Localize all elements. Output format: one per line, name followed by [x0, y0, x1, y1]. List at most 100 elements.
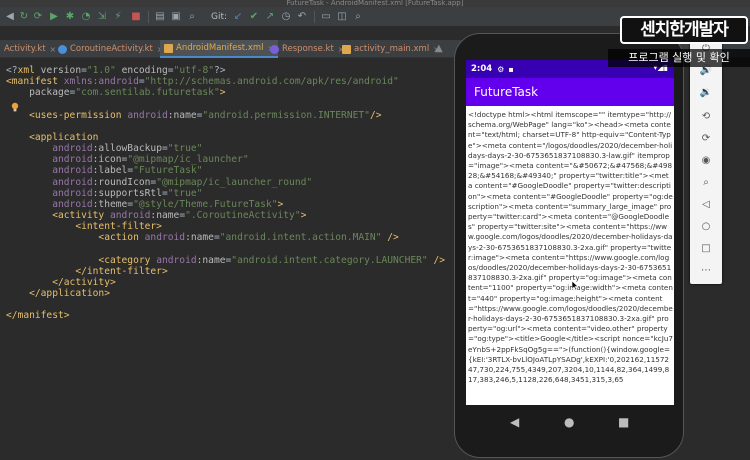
- code-token: />: [387, 232, 399, 244]
- code-token: "@style/Theme.FutureTask": [133, 198, 278, 210]
- code-token: android: [52, 198, 93, 210]
- code-token: "http://schemas.android.com/apk/res/andr…: [144, 76, 399, 88]
- code-token: <action: [98, 232, 145, 244]
- code-token: package: [29, 87, 70, 99]
- code-line[interactable]: package="com.sentilab.futuretask">: [6, 87, 225, 99]
- code-editor[interactable]: <?xml version="1.0" encoding="utf-8"?> <m…: [0, 58, 460, 460]
- tab-coroutine-activity[interactable]: CoroutineActivity.kt ×: [54, 40, 168, 58]
- rotate-left-icon[interactable]: ⟲: [690, 110, 722, 124]
- code-token: android: [109, 209, 151, 221]
- git-commit-icon[interactable]: ✔: [248, 11, 260, 23]
- tab-response-kt[interactable]: Response.kt ×: [266, 40, 348, 58]
- sdk-manager-icon[interactable]: ▤: [154, 11, 166, 23]
- code-line[interactable]: </application>: [6, 288, 110, 300]
- refresh-icon[interactable]: ⟳: [32, 11, 44, 23]
- code-line[interactable]: </manifest>: [6, 310, 70, 322]
- code-token: />: [433, 254, 446, 266]
- camera-icon[interactable]: ◉: [690, 154, 722, 168]
- home-icon[interactable]: ●: [564, 415, 574, 429]
- code-token: <intent-filter>: [75, 221, 162, 233]
- layout-inspector-icon[interactable]: ◫: [336, 11, 348, 23]
- code-token: version: [40, 65, 82, 76]
- zoom-icon[interactable]: ⌕: [690, 176, 722, 190]
- phone-nav-bar: ◀ ● ■: [466, 405, 674, 441]
- code-token: android: [52, 176, 93, 188]
- code-token: "@mipmap/ic_launcher": [127, 154, 249, 166]
- code-token: <uses-permission: [29, 109, 128, 121]
- avd-manager-icon[interactable]: ▣: [170, 11, 182, 23]
- code-token: <category: [98, 254, 157, 266]
- code-token: :name: [167, 109, 197, 121]
- rotate-right-icon[interactable]: ⟳: [690, 132, 722, 146]
- back-icon[interactable]: ◀: [510, 415, 519, 429]
- profile-icon[interactable]: ◔: [80, 11, 92, 23]
- emulator-screen[interactable]: 2:04 ⚙ ▪ ▾◢▮ FutureTask <!doctype html><…: [466, 60, 674, 405]
- apply-changes-icon[interactable]: ⚡: [112, 11, 124, 23]
- overview-icon[interactable]: ■: [618, 415, 629, 429]
- code-token: <application: [29, 131, 99, 143]
- code-token: android: [52, 187, 93, 199]
- code-token: "utf-8": [173, 65, 214, 76]
- debug-icon[interactable]: ✱: [64, 11, 76, 23]
- kotlin-file-icon: [58, 44, 67, 54]
- tab-android-manifest[interactable]: AndroidManifest.xml ×: [160, 40, 279, 58]
- code-token: :roundIcon: [92, 176, 151, 188]
- code-token: :name: [150, 209, 180, 221]
- code-token: ?>: [214, 65, 226, 76]
- tab-label: activity_main.xml: [354, 44, 430, 54]
- code-token: android: [127, 109, 168, 121]
- code-token: <activity: [52, 209, 110, 221]
- tab-activity-kt[interactable]: Activity.kt ×: [0, 40, 60, 58]
- git-push-icon[interactable]: ↗: [264, 11, 276, 23]
- overview-icon[interactable]: □: [690, 242, 722, 256]
- volume-down-icon[interactable]: 🔉: [690, 86, 722, 100]
- settings-icon: ⚙: [497, 64, 505, 74]
- back-icon[interactable]: ◁: [690, 198, 722, 212]
- code-token: "true": [167, 143, 203, 155]
- code-token: xml: [17, 65, 41, 76]
- kotlin-file-icon: [270, 44, 279, 54]
- xml-file-icon: [164, 43, 173, 53]
- code-token: :allowBackup: [92, 143, 162, 155]
- code-token: encoding: [121, 65, 168, 76]
- video-subtitle: 프로그램 실행 및 확인: [608, 49, 750, 67]
- attach-icon[interactable]: ⇲: [96, 11, 108, 23]
- status-time: 2:04: [471, 64, 493, 74]
- git-history-icon[interactable]: ◷: [280, 11, 292, 23]
- sync-icon[interactable]: ↻: [18, 11, 30, 23]
- window-title: FutureTask - AndroidManifest.xml [Future…: [0, 0, 750, 7]
- device-file-icon[interactable]: ▭: [320, 11, 332, 23]
- run-icon[interactable]: ▶: [48, 11, 60, 23]
- code-token: :theme: [92, 198, 128, 210]
- code-line[interactable]: <action android:name="android.intent.act…: [6, 232, 399, 244]
- git-update-icon[interactable]: ↙: [232, 11, 244, 23]
- home-icon[interactable]: ○: [690, 220, 722, 234]
- git-rollback-icon[interactable]: ↶: [296, 11, 308, 23]
- more-icon[interactable]: ⋯: [690, 264, 722, 278]
- response-text: <!doctype html><html itemscope="" itemty…: [468, 110, 673, 385]
- toolbar-divider: [148, 11, 149, 23]
- code-line[interactable]: <uses-permission android:name="android.p…: [6, 109, 381, 122]
- stop-icon[interactable]: ■: [130, 11, 142, 23]
- search-everywhere-icon[interactable]: ⌕: [352, 11, 364, 23]
- tab-label: Activity.kt: [4, 44, 46, 54]
- toolbar-divider: [314, 11, 315, 23]
- tab-label: Response.kt: [282, 44, 334, 54]
- back-icon[interactable]: ◀: [4, 11, 16, 23]
- code-token: "FutureTask": [133, 165, 203, 177]
- tab-label: AndroidManifest.xml: [176, 43, 264, 53]
- code-token: :name: [185, 232, 214, 244]
- tab-activity-main-xml[interactable]: activity_main.xml ×: [338, 40, 444, 58]
- mouse-cursor-icon: [572, 281, 578, 290]
- code-token: "android.intent.category.LAUNCHER": [231, 254, 428, 266]
- search-icon[interactable]: ⌕: [186, 11, 198, 23]
